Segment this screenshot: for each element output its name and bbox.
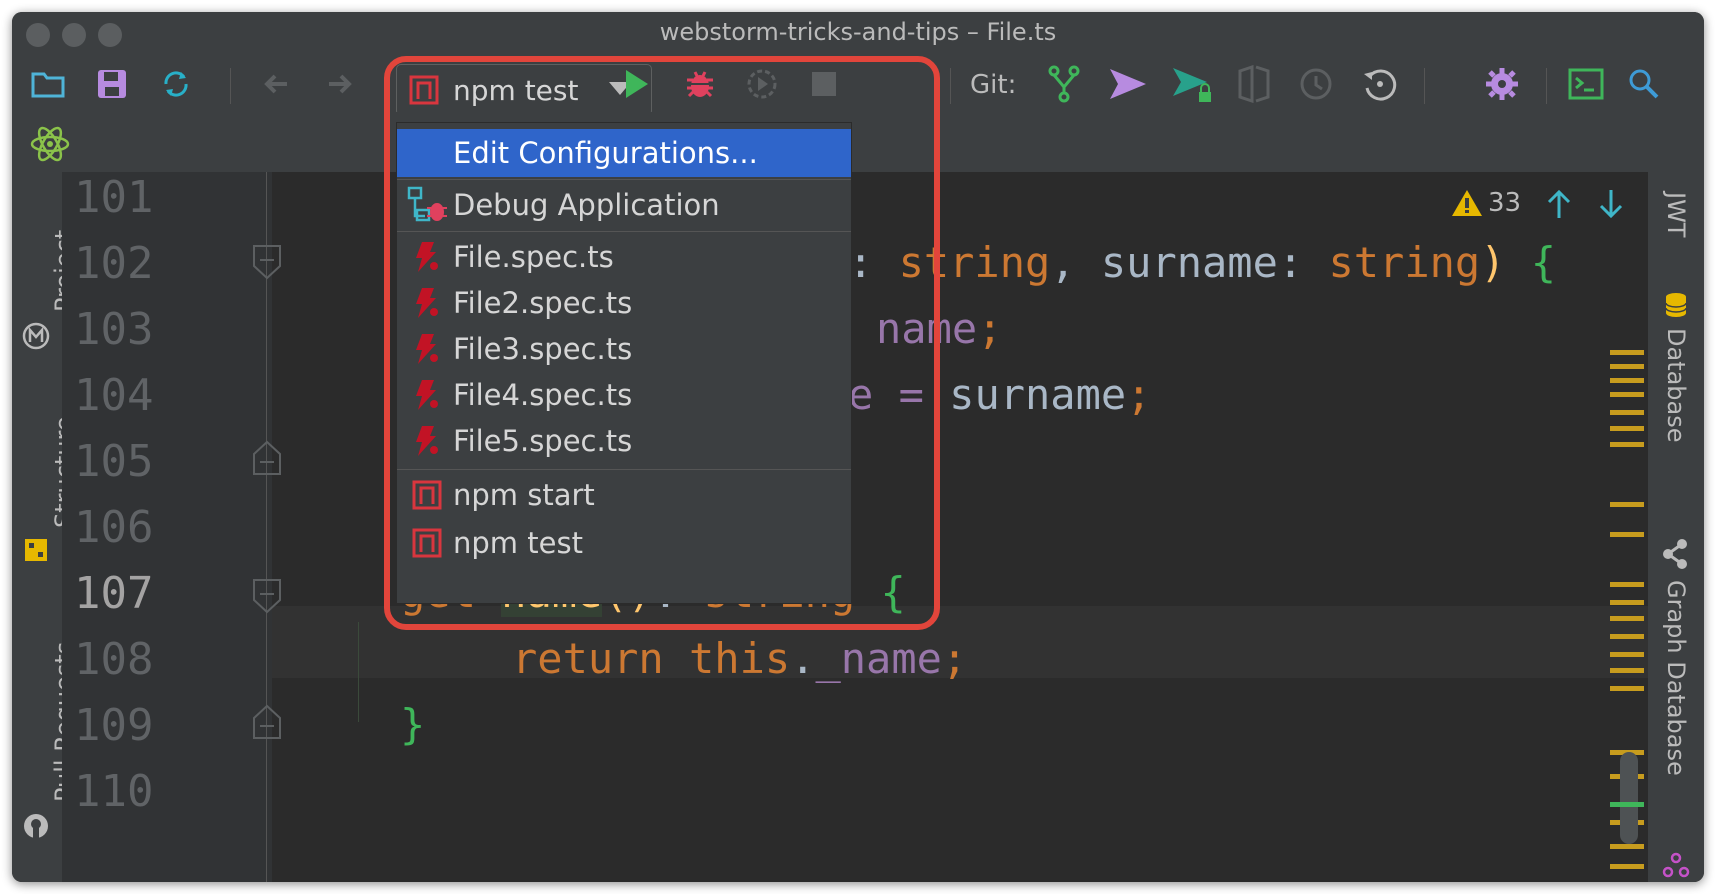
code-line-102: : string, surname: string) { bbox=[848, 238, 1557, 287]
project-icon bbox=[22, 322, 50, 354]
line-number: 102 bbox=[74, 238, 154, 289]
react-icon[interactable] bbox=[28, 122, 72, 166]
warning-count: 33 bbox=[1488, 188, 1522, 218]
line-number: 103 bbox=[74, 304, 154, 355]
diff-icon[interactable] bbox=[1234, 64, 1274, 104]
fold-marker-icon[interactable] bbox=[252, 244, 282, 284]
tab-database[interactable]: Database bbox=[1662, 328, 1690, 443]
sync-icon[interactable] bbox=[158, 66, 194, 102]
callout-highlight-box bbox=[384, 56, 940, 630]
forward-icon[interactable] bbox=[322, 68, 358, 100]
line-number: 109 bbox=[74, 700, 154, 751]
code-line-109: } bbox=[400, 700, 426, 749]
fold-marker-icon[interactable] bbox=[252, 578, 282, 618]
rollback-icon[interactable] bbox=[1360, 64, 1400, 104]
graph-icon bbox=[1660, 538, 1692, 574]
fold-marker-icon[interactable] bbox=[252, 440, 282, 480]
code-line-108: return this._name; bbox=[512, 634, 968, 683]
fold-marker-icon[interactable] bbox=[252, 704, 282, 744]
terminal-icon[interactable] bbox=[1566, 66, 1606, 102]
github-icon bbox=[22, 812, 50, 844]
editor-scrollbar[interactable] bbox=[1620, 752, 1638, 844]
ide-window: webstorm-tricks-and-tips – File.ts npm t… bbox=[12, 12, 1704, 882]
inspection-widget[interactable]: 33 bbox=[1450, 188, 1521, 218]
tab-graph-database[interactable]: Graph Database bbox=[1662, 580, 1690, 776]
search-icon[interactable] bbox=[1624, 64, 1664, 104]
save-icon[interactable] bbox=[94, 66, 130, 102]
warning-icon bbox=[1450, 188, 1484, 218]
arrow-up-icon[interactable] bbox=[1544, 188, 1574, 224]
git-branch-icon[interactable] bbox=[1044, 64, 1084, 104]
structure-icon bbox=[24, 538, 48, 566]
line-number: 110 bbox=[74, 766, 154, 817]
tab-jwt[interactable]: JWT bbox=[1662, 192, 1690, 237]
line-number: 108 bbox=[74, 634, 154, 685]
settings-icon[interactable] bbox=[1482, 64, 1522, 104]
database-icon bbox=[1664, 292, 1688, 322]
title-bar: webstorm-tricks-and-tips – File.ts bbox=[12, 12, 1704, 56]
line-number: 101 bbox=[74, 172, 154, 223]
git-push-icon[interactable] bbox=[1106, 64, 1150, 104]
right-tool-strip: JWT Database Graph Database bbox=[1648, 172, 1704, 882]
history-icon[interactable] bbox=[1296, 64, 1336, 104]
back-icon[interactable] bbox=[258, 68, 294, 100]
folder-icon[interactable] bbox=[30, 68, 66, 100]
line-number-current: 107 bbox=[74, 568, 154, 619]
line-number: 105 bbox=[74, 436, 154, 487]
plugin-graph-icon bbox=[1662, 852, 1690, 882]
git-commit-icon[interactable] bbox=[1170, 64, 1216, 108]
window-title: webstorm-tricks-and-tips – File.ts bbox=[659, 18, 1057, 46]
line-number: 106 bbox=[74, 502, 154, 553]
arrow-down-icon[interactable] bbox=[1596, 188, 1626, 224]
left-tool-strip: Project Structure Pull Requests bbox=[12, 172, 78, 882]
line-number: 104 bbox=[74, 370, 154, 421]
git-label: Git: bbox=[970, 70, 1017, 100]
